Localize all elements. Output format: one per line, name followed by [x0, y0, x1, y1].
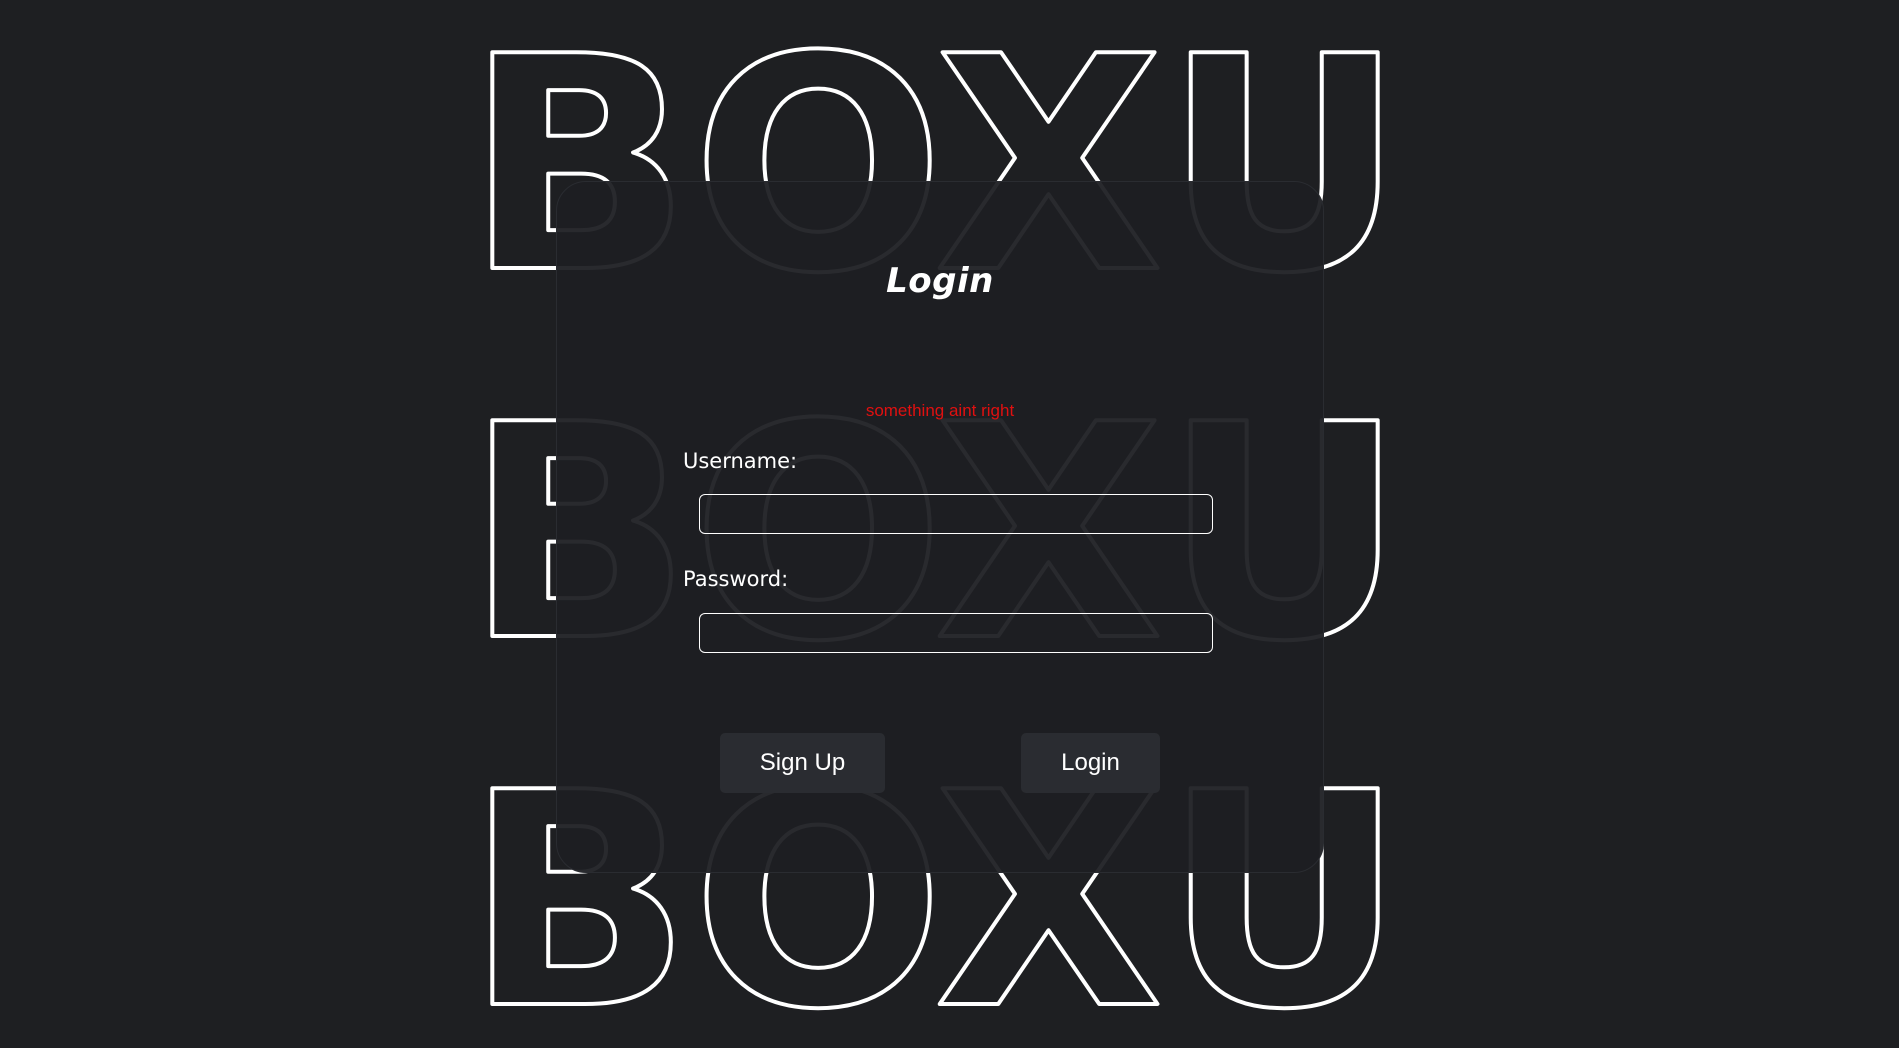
- password-input[interactable]: [699, 613, 1213, 653]
- login-title: Login: [886, 261, 994, 301]
- login-button[interactable]: Login: [1021, 733, 1160, 793]
- error-message: something aint right: [865, 401, 1015, 420]
- username-label: Username:: [683, 449, 798, 473]
- username-input[interactable]: [699, 494, 1213, 534]
- login-card: Login something aint right Username: Pas…: [556, 181, 1324, 873]
- password-label: Password:: [683, 567, 789, 591]
- sign-up-button[interactable]: Sign Up: [720, 733, 885, 793]
